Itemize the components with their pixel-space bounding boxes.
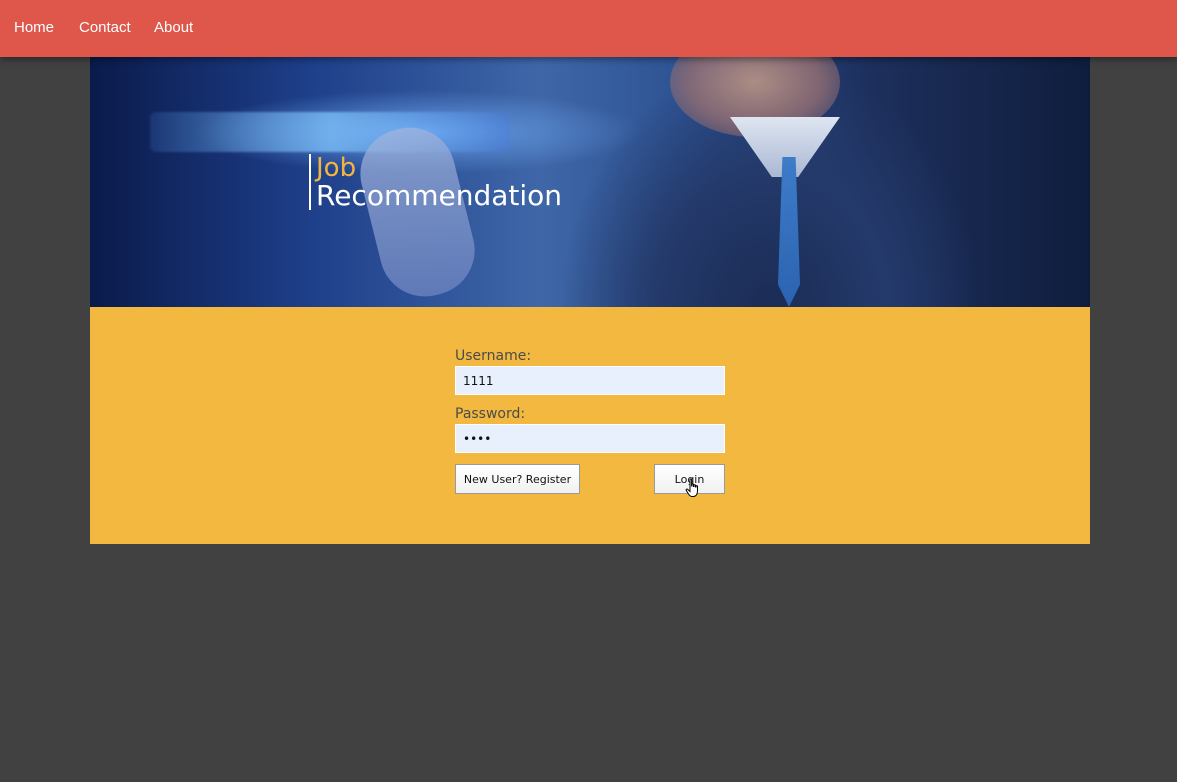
hero-title-job: Job [316,153,357,183]
login-form: Username: Password: New User? Register L… [455,348,725,494]
register-button[interactable]: New User? Register [455,464,580,494]
password-label: Password: [455,406,526,422]
login-panel: Username: Password: New User? Register L… [90,307,1090,544]
hero-title: Job Recommendation [309,154,562,210]
hero-title-recommendation: Recommendation [316,179,563,212]
hero-banner: Job Recommendation [90,57,1090,307]
hand-cursor-icon [685,478,698,497]
username-input[interactable] [455,366,725,395]
nav-contact-link[interactable]: Contact [79,19,131,36]
nav-about-link[interactable]: About [154,19,193,36]
nav-home-link[interactable]: Home [14,19,54,36]
hero-light-streak [150,112,510,152]
username-label: Username: [455,348,532,364]
password-input[interactable] [455,424,725,453]
top-nav-bar: Home Contact About [0,0,1177,57]
